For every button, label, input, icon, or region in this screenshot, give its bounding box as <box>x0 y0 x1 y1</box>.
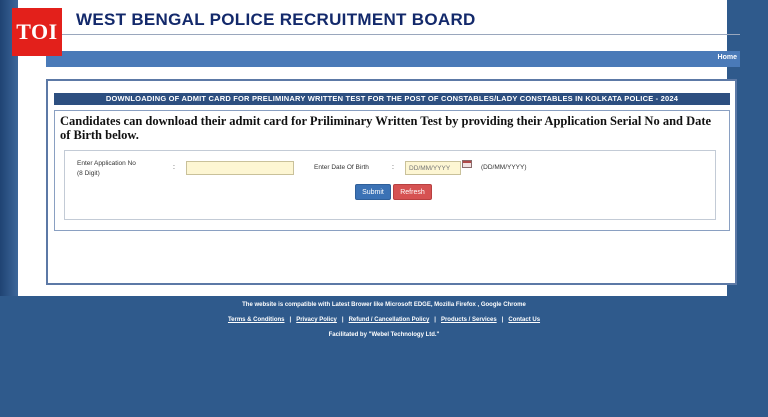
footer-links: Terms & Conditions | Privacy Policy | Refund… <box>0 317 768 323</box>
products-link[interactable]: Products / Services <box>441 317 497 323</box>
nav-home-link[interactable]: Home <box>718 54 737 61</box>
application-no-colon: : <box>173 164 175 171</box>
header-divider <box>60 34 740 35</box>
top-nav-bar: Home <box>46 51 740 67</box>
dob-format-hint: (DD/MM/YYYY) <box>481 164 527 171</box>
link-separator: | <box>341 317 344 323</box>
dob-input[interactable] <box>405 161 461 175</box>
admit-card-form: Enter Application No (8 Digit) : Enter D… <box>64 150 716 220</box>
application-no-label-line2: (8 Digit) <box>77 170 100 177</box>
contact-link[interactable]: Contact Us <box>508 317 540 323</box>
application-no-label-line1: Enter Application No <box>77 160 136 167</box>
refresh-button[interactable]: Refresh <box>393 184 432 200</box>
site-title: WEST BENGAL POLICE RECRUITMENT BOARD <box>76 10 476 29</box>
browser-compat-note: The website is compatible with Latest Br… <box>242 302 526 308</box>
link-separator: | <box>289 317 292 323</box>
refund-link[interactable]: Refund / Cancellation Policy <box>349 317 430 323</box>
application-no-input[interactable] <box>186 161 294 175</box>
download-section: Candidates can download their admit card… <box>54 110 730 231</box>
dob-colon: : <box>392 164 394 171</box>
instruction-text: Candidates can download their admit card… <box>60 114 712 142</box>
application-no-label: Enter Application No (8 Digit) <box>77 159 157 179</box>
page-panel: WEST BENGAL POLICE RECRUITMENT BOARD Hom… <box>18 0 740 296</box>
submit-button[interactable]: Submit <box>355 184 391 200</box>
dob-label: Enter Date Of Birth <box>314 164 369 171</box>
privacy-link[interactable]: Privacy Policy <box>296 317 337 323</box>
link-separator: | <box>501 317 504 323</box>
admit-card-panel: DOWNLOADING OF ADMIT CARD FOR PRELIMINAR… <box>46 79 737 285</box>
notice-banner: DOWNLOADING OF ADMIT CARD FOR PRELIMINAR… <box>54 93 730 105</box>
calendar-icon[interactable] <box>462 160 472 168</box>
link-separator: | <box>434 317 436 323</box>
toi-watermark-logo: TOI <box>12 8 62 56</box>
terms-link[interactable]: Terms & Conditions <box>228 317 285 323</box>
facilitated-by-note: Facilitated by "Webel Technology Ltd." <box>328 332 440 338</box>
